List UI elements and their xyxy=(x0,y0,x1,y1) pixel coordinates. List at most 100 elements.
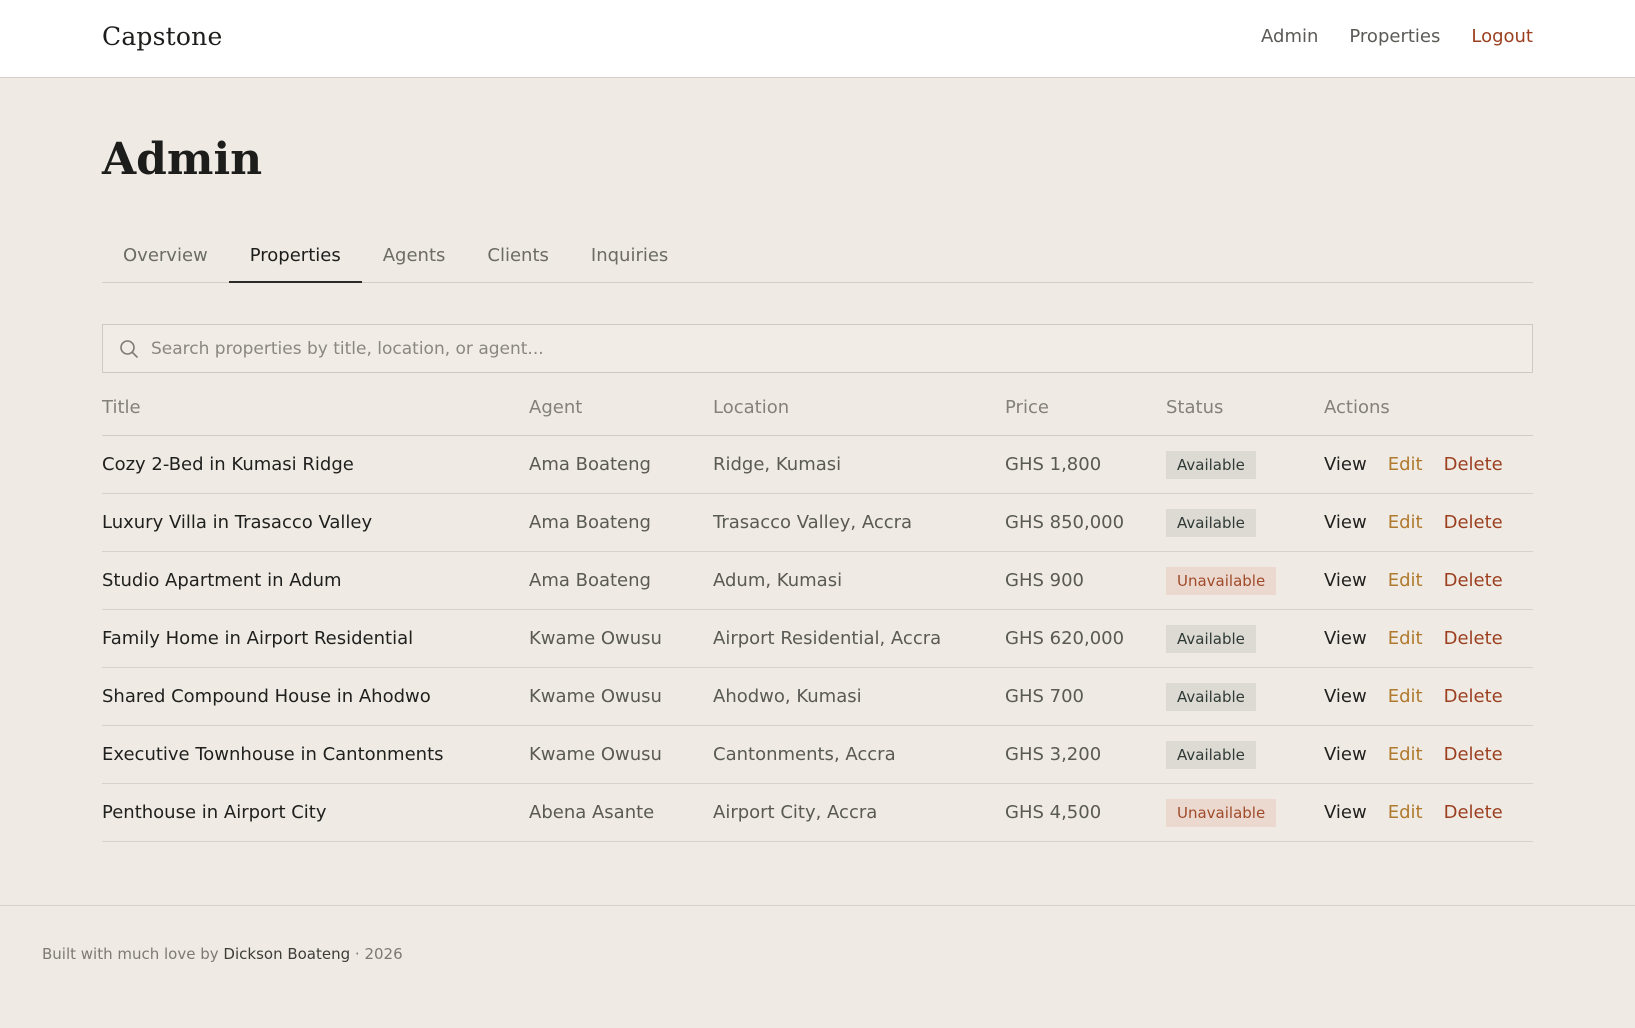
edit-button[interactable]: Edit xyxy=(1388,512,1423,533)
properties-table: Title Agent Location Price Status Action… xyxy=(102,380,1533,842)
status-cell: Available xyxy=(1166,740,1324,769)
view-button[interactable]: View xyxy=(1324,454,1367,475)
search-icon xyxy=(120,339,138,358)
property-location: Airport Residential, Accra xyxy=(713,628,942,649)
property-title: Penthouse in Airport City xyxy=(102,802,327,823)
tab-clients[interactable]: Clients xyxy=(466,236,570,283)
row-actions: View Edit Delete xyxy=(1324,628,1503,649)
top-nav: Admin Properties Logout xyxy=(1261,26,1533,47)
row-actions: View Edit Delete xyxy=(1324,454,1503,475)
delete-button[interactable]: Delete xyxy=(1444,628,1503,649)
edit-button[interactable]: Edit xyxy=(1388,628,1423,649)
table-row: Family Home in Airport Residential Kwame … xyxy=(102,610,1533,668)
search-bar xyxy=(102,324,1533,373)
property-location: Trasacco Valley, Accra xyxy=(713,512,913,533)
edit-button[interactable]: Edit xyxy=(1388,686,1423,707)
property-price: GHS 850,000 xyxy=(1005,512,1125,533)
footer-suffix: · 2026 xyxy=(354,945,403,963)
table-row: Cozy 2-Bed in Kumasi Ridge Ama Boateng Rid… xyxy=(102,436,1533,494)
tab-properties[interactable]: Properties xyxy=(228,236,362,283)
column-header-actions: Actions xyxy=(1324,397,1390,418)
delete-button[interactable]: Delete xyxy=(1444,570,1503,591)
table-row: Luxury Villa in Trasacco Valley Ama Boate… xyxy=(102,494,1533,552)
footer-divider xyxy=(0,905,1635,906)
column-header-status: Status xyxy=(1166,397,1224,418)
tab-overview[interactable]: Overview xyxy=(102,236,229,283)
table-header-row: Title Agent Location Price Status Action… xyxy=(102,380,1533,436)
delete-button[interactable]: Delete xyxy=(1444,802,1503,823)
property-agent: Ama Boateng xyxy=(529,454,651,475)
view-button[interactable]: View xyxy=(1324,802,1367,823)
brand-logo[interactable]: Capstone xyxy=(102,22,222,51)
status-badge: Unavailable xyxy=(1166,798,1277,827)
table-row: Penthouse in Airport City Abena Asante Air… xyxy=(102,784,1533,842)
property-price: GHS 1,800 xyxy=(1005,454,1102,475)
row-actions: View Edit Delete xyxy=(1324,512,1503,533)
nav-link-logout[interactable]: Logout xyxy=(1471,26,1533,47)
property-price: GHS 620,000 xyxy=(1005,628,1125,649)
property-title: Family Home in Airport Residential xyxy=(102,628,414,649)
property-title: Executive Townhouse in Cantonments xyxy=(102,744,444,765)
status-badge: Available xyxy=(1166,740,1256,769)
edit-button[interactable]: Edit xyxy=(1388,802,1423,823)
table-row: Shared Compound House in Ahodwo Kwame Owu… xyxy=(102,668,1533,726)
delete-button[interactable]: Delete xyxy=(1444,512,1503,533)
column-header-agent: Agent xyxy=(529,397,583,418)
status-cell: Available xyxy=(1166,450,1324,479)
edit-button[interactable]: Edit xyxy=(1388,744,1423,765)
property-location: Ahodwo, Kumasi xyxy=(713,686,862,707)
property-location: Adum, Kumasi xyxy=(713,570,843,591)
status-cell: Available xyxy=(1166,682,1324,711)
column-header-price: Price xyxy=(1005,397,1049,418)
delete-button[interactable]: Delete xyxy=(1444,454,1503,475)
status-badge: Unavailable xyxy=(1166,566,1277,595)
table-row: Studio Apartment in Adum Ama Boateng Adum,… xyxy=(102,552,1533,610)
property-agent: Abena Asante xyxy=(529,802,655,823)
status-cell: Available xyxy=(1166,624,1324,653)
table-row: Executive Townhouse in Cantonments Kwame … xyxy=(102,726,1533,784)
search-input[interactable] xyxy=(151,338,1451,359)
footer-prefix: Built with much love by xyxy=(42,945,219,963)
row-actions: View Edit Delete xyxy=(1324,744,1503,765)
property-price: GHS 700 xyxy=(1005,686,1084,707)
row-actions: View Edit Delete xyxy=(1324,686,1503,707)
property-agent: Kwame Owusu xyxy=(529,686,662,707)
admin-tabs: Overview Properties Agents Clients Inqui… xyxy=(102,236,1533,283)
nav-link-properties[interactable]: Properties xyxy=(1349,26,1440,47)
status-badge: Available xyxy=(1166,450,1256,479)
delete-button[interactable]: Delete xyxy=(1444,744,1503,765)
tab-agents[interactable]: Agents xyxy=(362,236,467,283)
footer: Built with much love by Dickson Boateng … xyxy=(42,945,403,963)
delete-button[interactable]: Delete xyxy=(1444,686,1503,707)
view-button[interactable]: View xyxy=(1324,628,1367,649)
property-price: GHS 900 xyxy=(1005,570,1084,591)
status-badge: Available xyxy=(1166,682,1256,711)
property-price: GHS 3,200 xyxy=(1005,744,1102,765)
status-badge: Available xyxy=(1166,624,1256,653)
view-button[interactable]: View xyxy=(1324,744,1367,765)
status-cell: Unavailable xyxy=(1166,798,1324,827)
edit-button[interactable]: Edit xyxy=(1388,454,1423,475)
column-header-title: Title xyxy=(102,397,141,418)
nav-link-admin[interactable]: Admin xyxy=(1261,26,1318,47)
view-button[interactable]: View xyxy=(1324,512,1367,533)
view-button[interactable]: View xyxy=(1324,686,1367,707)
row-actions: View Edit Delete xyxy=(1324,570,1503,591)
property-location: Airport City, Accra xyxy=(713,802,878,823)
tab-inquiries[interactable]: Inquiries xyxy=(570,236,689,283)
column-header-location: Location xyxy=(713,397,790,418)
footer-author-link[interactable]: Dickson Boateng xyxy=(223,945,350,963)
property-location: Cantonments, Accra xyxy=(713,744,896,765)
property-title: Studio Apartment in Adum xyxy=(102,570,342,591)
edit-button[interactable]: Edit xyxy=(1388,570,1423,591)
property-agent: Kwame Owusu xyxy=(529,744,662,765)
status-badge: Available xyxy=(1166,508,1256,537)
top-navbar: Capstone Admin Properties Logout xyxy=(0,0,1635,78)
property-location: Ridge, Kumasi xyxy=(713,454,842,475)
property-price: GHS 4,500 xyxy=(1005,802,1102,823)
property-agent: Kwame Owusu xyxy=(529,628,662,649)
property-title: Luxury Villa in Trasacco Valley xyxy=(102,512,373,533)
view-button[interactable]: View xyxy=(1324,570,1367,591)
property-title: Shared Compound House in Ahodwo xyxy=(102,686,431,707)
property-agent: Ama Boateng xyxy=(529,512,651,533)
